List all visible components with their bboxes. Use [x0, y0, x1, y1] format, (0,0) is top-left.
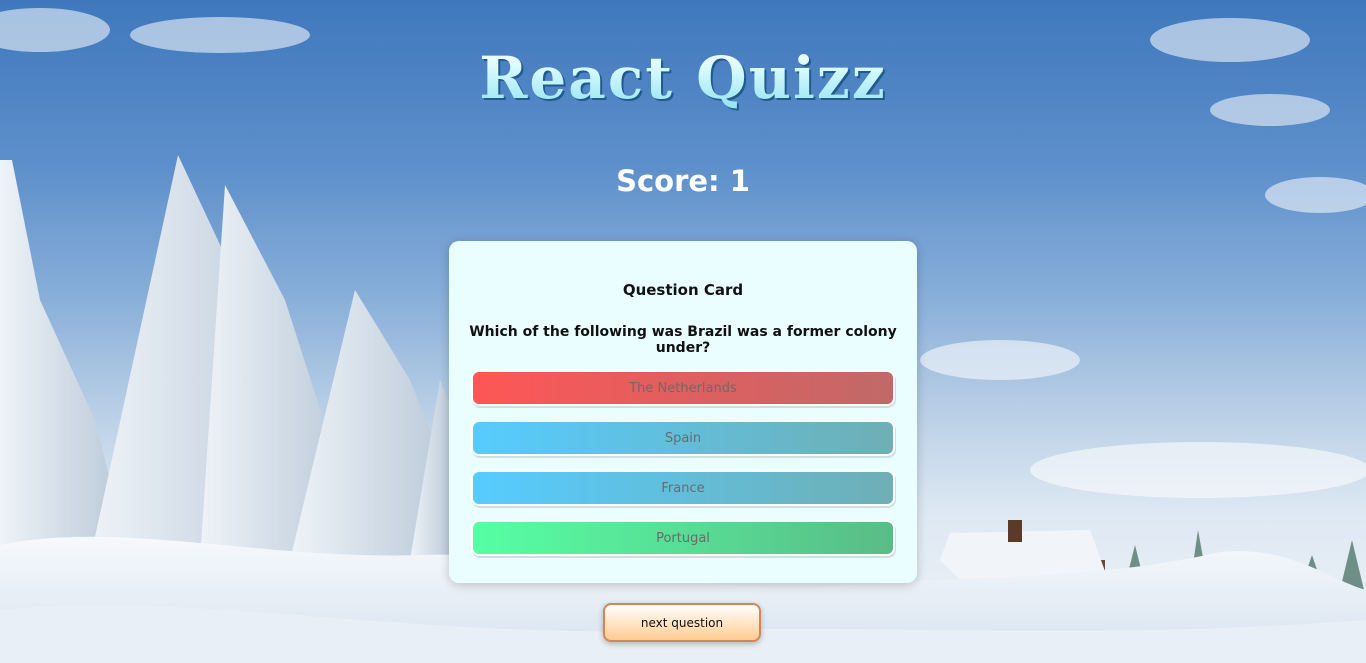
- answer-option[interactable]: France: [471, 470, 895, 506]
- question-text: Which of the following was Brazil was a …: [469, 324, 897, 356]
- question-card: Question Card Which of the following was…: [449, 241, 917, 583]
- answer-option-incorrect[interactable]: The Netherlands: [471, 370, 895, 406]
- next-question-button[interactable]: next question: [603, 603, 761, 642]
- question-card-heading: Question Card: [622, 281, 744, 299]
- app-title: React Quizz: [0, 44, 1366, 112]
- answer-option-correct[interactable]: Portugal: [471, 520, 895, 556]
- answer-option[interactable]: Spain: [471, 420, 895, 456]
- quiz-app: React Quizz Score: 1 Question Card Which…: [0, 0, 1366, 663]
- score-display: Score: 1: [616, 164, 750, 198]
